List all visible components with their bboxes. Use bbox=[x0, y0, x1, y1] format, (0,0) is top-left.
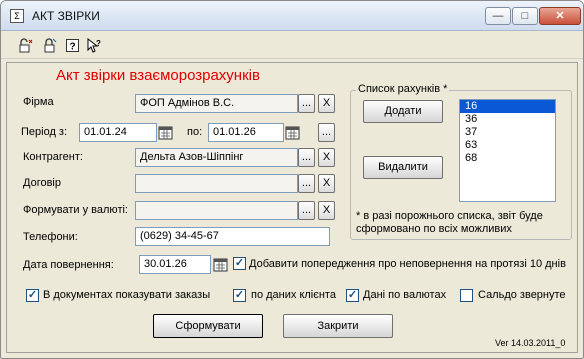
counterparty-browse-button[interactable]: ... bbox=[298, 148, 315, 167]
period-to-label: по: bbox=[187, 126, 203, 138]
firm-clear-button[interactable]: X bbox=[318, 94, 335, 113]
period-browse-button[interactable]: ... bbox=[318, 123, 335, 142]
list-item[interactable]: 36 bbox=[460, 113, 555, 126]
show-orders-label: В документах показувати заказы bbox=[43, 289, 211, 301]
currency-data-checkbox[interactable]: ✓ bbox=[346, 289, 359, 302]
generate-button[interactable]: Сформувати bbox=[153, 314, 263, 338]
contract-browse-button[interactable]: ... bbox=[298, 174, 315, 193]
title-bar[interactable]: Σ АКТ ЗВІРКИ — □ ✕ bbox=[1, 1, 583, 31]
contract-clear-button[interactable]: X bbox=[318, 174, 335, 193]
currency-field[interactable] bbox=[135, 201, 298, 220]
calendar-icon[interactable] bbox=[213, 257, 228, 272]
accounts-note: * в разі порожнього списка, звіт буде сф… bbox=[356, 210, 543, 235]
accounts-group-title: Список рахунків * bbox=[356, 83, 450, 95]
counterparty-clear-button[interactable]: X bbox=[318, 148, 335, 167]
add-account-button[interactable]: Додати bbox=[363, 100, 443, 123]
contract-label: Договір bbox=[23, 177, 61, 189]
contract-field[interactable] bbox=[135, 174, 298, 193]
window-title: АКТ ЗВІРКИ bbox=[32, 9, 100, 23]
close-window-button[interactable]: ✕ bbox=[539, 7, 581, 25]
reverse-balance-checkbox[interactable] bbox=[460, 289, 473, 302]
currency-clear-button[interactable]: X bbox=[318, 201, 335, 220]
closed-lock-icon[interactable] bbox=[42, 38, 57, 53]
svg-text:?: ? bbox=[70, 42, 76, 53]
currency-data-label: Дані по валютах bbox=[363, 289, 447, 301]
calendar-icon[interactable] bbox=[285, 125, 300, 140]
close-button[interactable]: Закрити bbox=[283, 314, 393, 338]
report-window: Σ АКТ ЗВІРКИ — □ ✕ ? ? Акт звірки взаємо… bbox=[0, 0, 584, 359]
return-date-field[interactable]: 30.01.26 bbox=[139, 255, 211, 274]
whats-this-icon[interactable]: ? bbox=[87, 38, 102, 53]
warning-label: Добавити попередження про неповернення н… bbox=[249, 258, 566, 270]
return-date-label: Дата повернення: bbox=[23, 259, 114, 271]
minimize-button[interactable]: — bbox=[485, 7, 511, 25]
firm-field[interactable]: ФОП Адмінов В.С. bbox=[135, 94, 298, 113]
list-item[interactable]: 37 bbox=[460, 126, 555, 139]
remove-account-button[interactable]: Видалити bbox=[363, 156, 443, 179]
currency-label: Формувати у валюті: bbox=[23, 204, 128, 216]
client-data-checkbox[interactable]: ✓ bbox=[233, 289, 246, 302]
period-from-field[interactable]: 01.01.24 bbox=[79, 123, 157, 142]
list-item[interactable]: 16 bbox=[460, 100, 555, 113]
open-lock-icon[interactable] bbox=[18, 38, 33, 53]
counterparty-field[interactable]: Дельта Азов-Шіппінг bbox=[135, 148, 298, 167]
firm-browse-button[interactable]: ... bbox=[298, 94, 315, 113]
client-data-label: по даних клієнта bbox=[251, 289, 336, 301]
firm-label: Фірма bbox=[23, 96, 54, 108]
period-from-label: Період з: bbox=[21, 126, 68, 138]
list-item[interactable]: 63 bbox=[460, 139, 555, 152]
svg-text:?: ? bbox=[96, 39, 101, 48]
list-item[interactable]: 68 bbox=[460, 152, 555, 165]
counterparty-label: Контрагент: bbox=[23, 151, 83, 163]
phones-label: Телефони: bbox=[23, 231, 78, 243]
help-icon[interactable]: ? bbox=[65, 38, 80, 53]
calendar-icon[interactable] bbox=[158, 125, 173, 140]
show-orders-checkbox[interactable]: ✓ bbox=[26, 289, 39, 302]
form-heading: Акт звірки взаєморозрахунків bbox=[56, 67, 260, 84]
version-label: Ver 14.03.2011_0 bbox=[495, 338, 566, 348]
maximize-button[interactable]: □ bbox=[512, 7, 538, 25]
phones-field[interactable]: (0629) 34-45-67 bbox=[135, 227, 330, 246]
toolbar: ? ? bbox=[1, 31, 583, 59]
period-to-field[interactable]: 01.01.26 bbox=[208, 123, 284, 142]
reverse-balance-label: Сальдо звернуте bbox=[478, 289, 566, 301]
warning-checkbox[interactable]: ✓ bbox=[233, 257, 246, 270]
app-icon: Σ bbox=[10, 9, 24, 23]
currency-browse-button[interactable]: ... bbox=[298, 201, 315, 220]
accounts-listbox[interactable]: 16 36 37 63 68 bbox=[459, 99, 556, 202]
